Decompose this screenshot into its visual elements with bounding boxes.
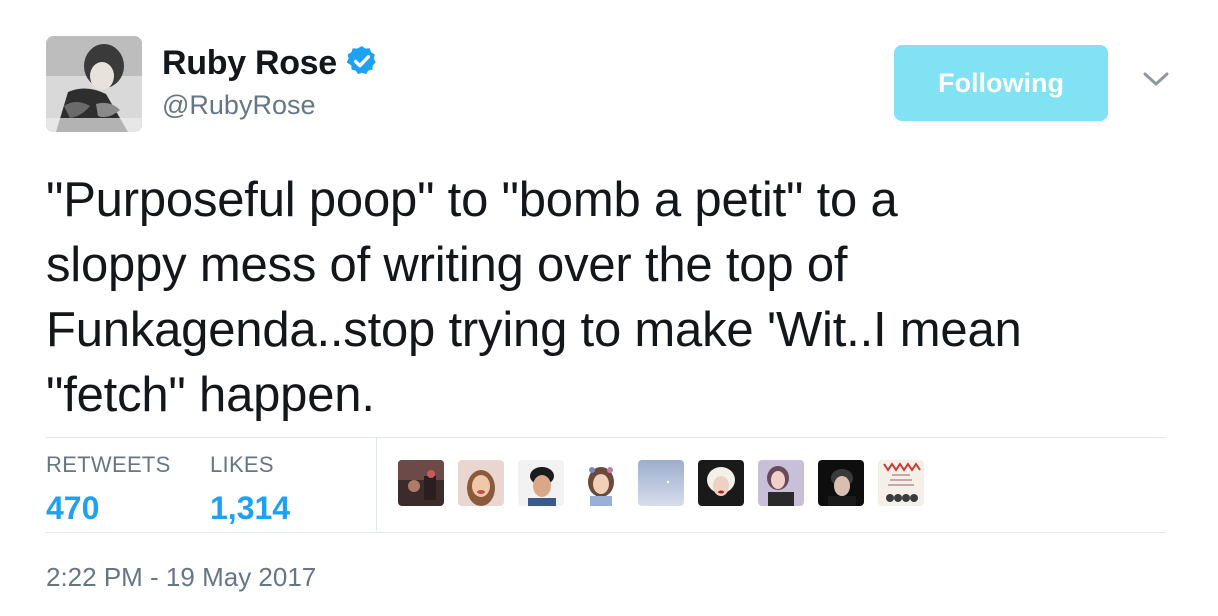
author-handle[interactable]: @RubyRose xyxy=(162,90,315,121)
author-avatar[interactable] xyxy=(46,36,142,132)
liker-avatar-8[interactable] xyxy=(818,460,864,506)
likes-count[interactable]: 1,314 xyxy=(210,490,290,527)
likes-label: LIKES xyxy=(210,452,274,477)
author-name[interactable]: Ruby Rose xyxy=(162,44,337,83)
likes-stat[interactable]: LIKES 1,314 xyxy=(210,452,290,527)
tweet-line: "fetch" happen. xyxy=(46,368,375,422)
tweet-line: sloppy mess of writing over the top of xyxy=(46,238,848,292)
retweets-stat[interactable]: RETWEETS 470 xyxy=(46,452,171,527)
stats-top-divider xyxy=(46,437,1166,438)
retweets-count[interactable]: 470 xyxy=(46,490,171,527)
chevron-down-icon[interactable] xyxy=(1141,68,1171,90)
liker-avatar-9[interactable] xyxy=(878,460,924,506)
likers-avatars xyxy=(398,460,924,506)
tweet-line: "Purposeful poop" to "bomb a petit" to a xyxy=(46,173,898,227)
tweet-timestamp[interactable]: 2:22 PM - 19 May 2017 xyxy=(46,562,316,593)
verified-badge-icon xyxy=(345,44,379,83)
liker-avatar-1[interactable] xyxy=(398,460,444,506)
liker-avatar-3[interactable] xyxy=(518,460,564,506)
following-button[interactable]: Following xyxy=(894,45,1108,121)
author-name-row[interactable]: Ruby Rose xyxy=(162,44,379,83)
tweet-line: Funkagenda..stop trying to make 'Wit..I … xyxy=(46,303,1022,357)
liker-avatar-4[interactable] xyxy=(578,460,624,506)
stats-vertical-divider xyxy=(376,438,377,531)
stats-bottom-divider xyxy=(46,532,1166,533)
liker-avatar-6[interactable] xyxy=(698,460,744,506)
liker-avatar-5[interactable] xyxy=(638,460,684,506)
retweets-label: RETWEETS xyxy=(46,452,171,477)
liker-avatar-7[interactable] xyxy=(758,460,804,506)
tweet-text: "Purposeful poop" to "bomb a petit" to a… xyxy=(46,168,1186,428)
liker-avatar-2[interactable] xyxy=(458,460,504,506)
